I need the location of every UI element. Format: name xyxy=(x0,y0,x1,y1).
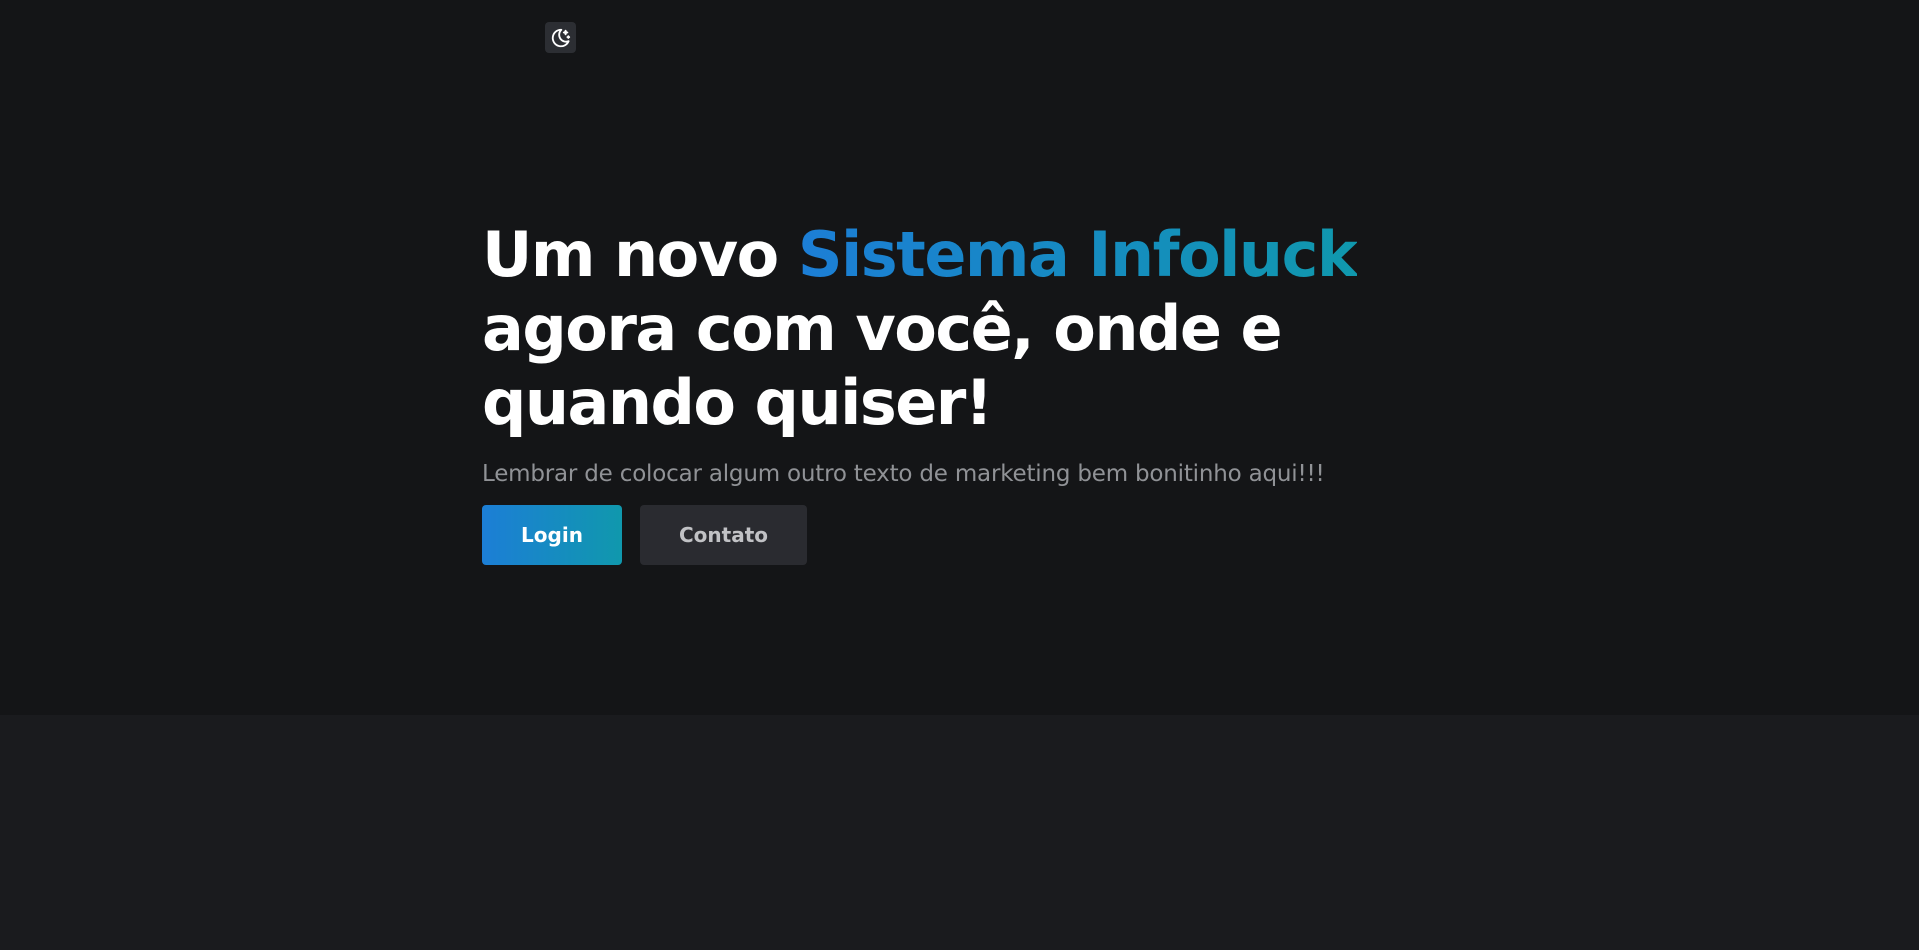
headline-accent: Sistema Infoluck xyxy=(797,218,1358,291)
page: Um novo Sistema Infoluck agora com você,… xyxy=(0,0,1919,950)
hero-content: Um novo Sistema Infoluck agora com você,… xyxy=(482,218,1462,565)
hero-actions: Login Contato xyxy=(482,505,1462,565)
contact-button[interactable]: Contato xyxy=(640,505,807,565)
hero-section: Um novo Sistema Infoluck agora com você,… xyxy=(0,0,1919,715)
login-button[interactable]: Login xyxy=(482,505,622,565)
headline-end: agora com você, onde e quando quiser! xyxy=(482,292,1283,439)
moon-stars-icon xyxy=(550,27,572,49)
lower-section xyxy=(0,715,1919,950)
headline-start: Um novo xyxy=(482,218,798,291)
hero-subtitle: Lembrar de colocar algum outro texto de … xyxy=(482,461,1325,487)
hero-headline: Um novo Sistema Infoluck agora com você,… xyxy=(482,218,1462,440)
theme-toggle-button[interactable] xyxy=(545,22,576,53)
